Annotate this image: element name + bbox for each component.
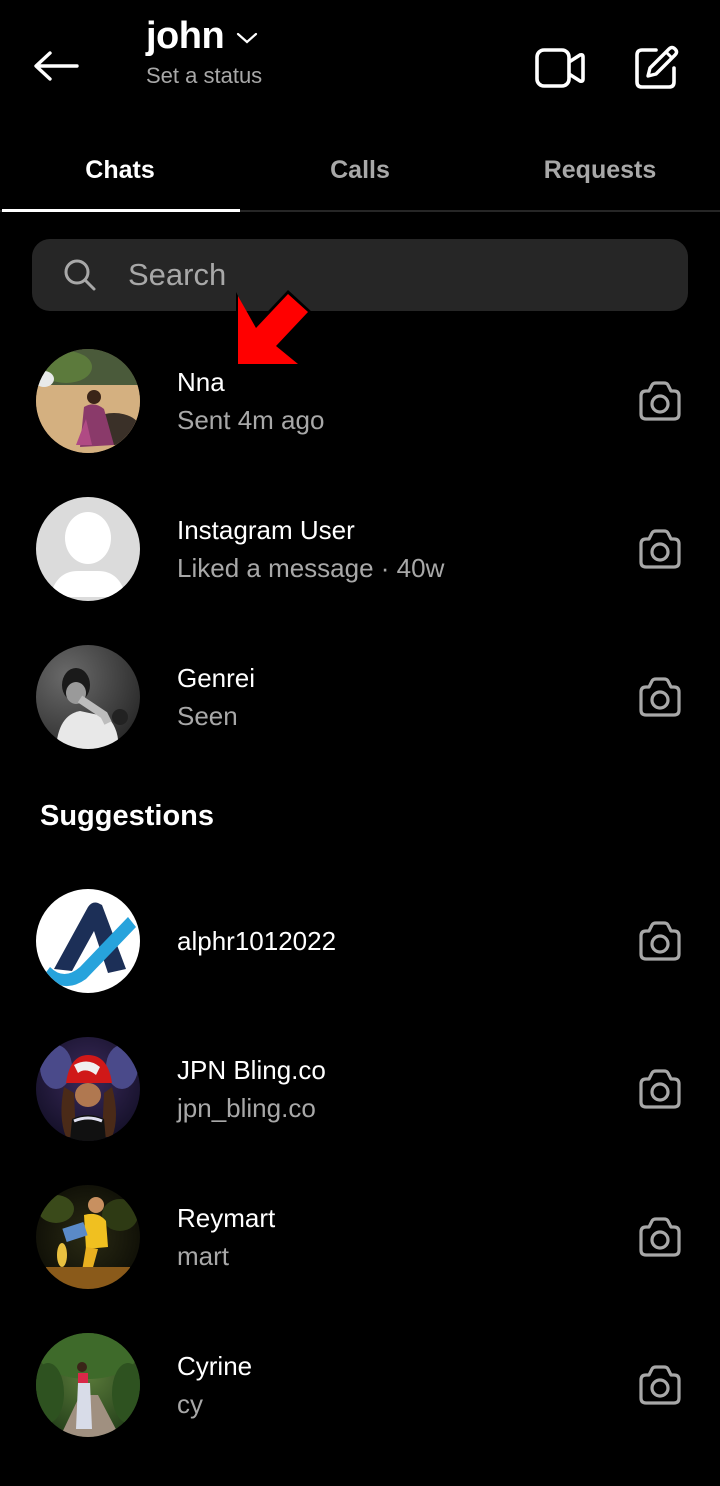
suggestion-row[interactable]: alphr1012022 — [0, 889, 720, 1009]
username-title: john — [146, 15, 225, 57]
account-dropdown[interactable]: john — [146, 12, 262, 60]
contact-name: Cyrine — [177, 1351, 253, 1381]
suggestion-row[interactable]: Cyrine cy — [0, 1333, 720, 1453]
camera-icon — [639, 381, 681, 421]
set-status-link[interactable]: Set a status — [146, 62, 262, 90]
contact-username: cy — [177, 1389, 203, 1419]
top-bar: john Set a status — [0, 0, 720, 130]
camera-icon — [639, 1069, 681, 1109]
contact-name: Instagram User — [177, 515, 355, 545]
suggestion-row-text: Reymart mart — [177, 1185, 275, 1289]
compose-edit-icon — [635, 45, 679, 89]
chat-row-text: Nna Sent 4m ago — [177, 349, 324, 453]
avatar-photo — [40, 1045, 138, 1141]
camera-button[interactable] — [634, 917, 686, 965]
account-switcher: john Set a status — [146, 12, 262, 90]
default-user-icon — [50, 512, 126, 597]
contact-name: Nna — [177, 367, 225, 397]
video-camera-icon — [535, 48, 585, 88]
message-status: Liked a message · 40w — [177, 553, 445, 583]
chat-row[interactable]: Instagram User Liked a message · 40w — [0, 497, 720, 617]
camera-icon — [639, 921, 681, 961]
search-input[interactable] — [128, 257, 648, 293]
avatar-photo — [36, 349, 140, 453]
chat-row-text: Genrei Seen — [177, 645, 255, 749]
tab-requests[interactable]: Requests — [480, 130, 720, 210]
message-status: Sent 4m ago — [177, 405, 325, 435]
avatar — [36, 1333, 140, 1437]
avatar — [36, 349, 140, 453]
camera-button[interactable] — [634, 377, 686, 425]
suggestion-row[interactable]: JPN Bling.co jpn_bling.co — [0, 1037, 720, 1157]
tab-calls[interactable]: Calls — [240, 130, 480, 210]
arrow-left-icon — [34, 51, 79, 81]
suggestion-row-text: Cyrine cy — [177, 1333, 252, 1437]
avatar — [36, 645, 140, 749]
suggestions-heading: Suggestions — [40, 800, 215, 832]
contact-name: Genrei — [177, 663, 256, 693]
chevron-down-icon — [237, 32, 258, 44]
camera-icon — [639, 1217, 681, 1257]
tab-chats[interactable]: Chats — [0, 130, 240, 212]
chat-row[interactable]: Nna Sent 4m ago — [0, 349, 720, 469]
search-icon — [64, 259, 96, 291]
chat-row[interactable]: Genrei Seen — [0, 645, 720, 765]
search-bar[interactable] — [32, 239, 688, 311]
avatar — [36, 1185, 140, 1289]
avatar — [36, 1037, 140, 1141]
avatar — [36, 497, 140, 601]
contact-name: JPN Bling.co — [177, 1055, 326, 1085]
new-message-button[interactable] — [628, 40, 684, 96]
camera-button[interactable] — [634, 1361, 686, 1409]
camera-button[interactable] — [634, 1065, 686, 1113]
contact-username: jpn_bling.co — [177, 1093, 316, 1123]
camera-icon — [639, 1365, 681, 1405]
avatar-photo — [36, 1333, 140, 1437]
back-button[interactable] — [30, 42, 82, 90]
suggestion-row-text: alphr1012022 — [177, 889, 336, 993]
contact-username: mart — [177, 1241, 229, 1271]
camera-icon — [639, 529, 681, 569]
suggestion-row-text: JPN Bling.co jpn_bling.co — [177, 1037, 326, 1141]
avatar-photo — [38, 1195, 138, 1289]
contact-name: alphr1012022 — [177, 926, 337, 956]
message-status: Seen — [177, 701, 238, 731]
camera-icon — [639, 677, 681, 717]
camera-button[interactable] — [634, 525, 686, 573]
chat-row-text: Instagram User Liked a message · 40w — [177, 497, 444, 601]
avatar-photo — [56, 668, 128, 749]
alphr-logo-icon — [44, 902, 136, 987]
avatar — [36, 889, 140, 993]
camera-button[interactable] — [634, 673, 686, 721]
video-call-button[interactable] — [532, 40, 588, 96]
contact-name: Reymart — [177, 1203, 276, 1233]
camera-button[interactable] — [634, 1213, 686, 1261]
inbox-tabs: Chats Calls Requests — [0, 130, 720, 212]
suggestion-row[interactable]: Reymart mart — [0, 1185, 720, 1305]
